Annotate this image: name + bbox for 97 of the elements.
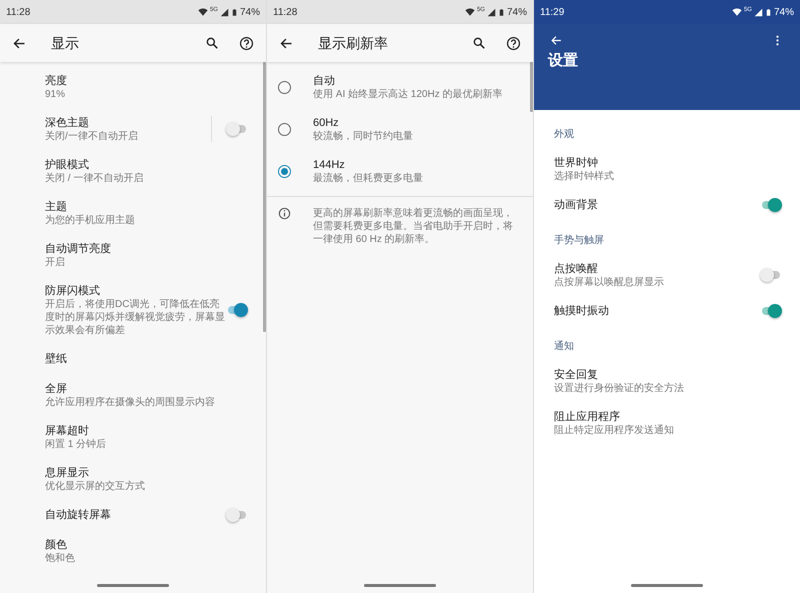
item-subtitle: 选择时钟样式 (554, 170, 615, 182)
settings-item[interactable]: 自动调节亮度 开启 (0, 234, 266, 276)
radio-button[interactable] (278, 122, 291, 136)
item-subtitle: 为您的手机应用主题 (45, 214, 136, 226)
settings-item[interactable]: 全屏 允许应用程序在摄像头的周围显示内容 (0, 374, 266, 416)
option-item[interactable]: 60Hz 较流畅，同时节约电量 (267, 108, 533, 150)
item-title: 阻止应用程序 (554, 410, 621, 424)
battery-icon (498, 6, 505, 18)
item-subtitle: 较流畅，同时节约电量 (313, 130, 414, 142)
item-title: 自动旋转屏幕 (45, 508, 112, 522)
help-icon (239, 36, 254, 50)
item-subtitle: 关闭 / 一律不自动开启 (45, 172, 144, 184)
signal-icon (220, 8, 229, 16)
item-title: 自动调节亮度 (45, 242, 112, 256)
settings-item[interactable]: 防屏闪模式 开启后，将使用DC调光，可降低在低亮度时的屏幕闪烁并缓解视觉疲劳，屏幕显示效果会有所偏差 (0, 276, 266, 344)
section-header: 外观 (554, 129, 574, 140)
item-title: 世界时钟 (554, 156, 599, 170)
item-subtitle: 饱和色 (45, 552, 76, 564)
settings-item[interactable]: 深色主题 关闭/一律不自动开启 (0, 108, 266, 150)
item-title: 主题 (45, 200, 68, 214)
settings-item[interactable]: 触摸时振动 (534, 296, 800, 326)
item-title: 护眼模式 (45, 158, 90, 172)
signal-icon (486, 8, 496, 16)
search-icon (472, 36, 486, 50)
settings-item[interactable]: 息屏显示 优化显示屏的交互方式 (0, 458, 266, 500)
item-title: 防屏闪模式 (45, 284, 101, 298)
toggle-switch[interactable] (760, 304, 782, 318)
help-icon (506, 36, 521, 50)
settings-item[interactable]: 亮度 91% (0, 66, 266, 108)
battery-level: 74% (774, 6, 794, 20)
radio-button[interactable] (278, 80, 291, 94)
back-icon (550, 34, 563, 47)
item-title: 安全回复 (554, 368, 599, 382)
wifi-icon (464, 7, 475, 17)
item-subtitle: 关闭/一律不自动开启 (45, 130, 139, 142)
settings-item[interactable]: 主题 为您的手机应用主题 (0, 192, 266, 234)
toggle-switch[interactable] (226, 122, 248, 136)
settings-item[interactable]: 点按唤醒 点按屏幕以唤醒息屏显示 (534, 254, 800, 296)
toggle-switch[interactable] (226, 508, 248, 522)
toggle-switch[interactable] (760, 268, 782, 282)
item-subtitle: 开启 (45, 256, 66, 268)
item-subtitle: 开启后，将使用DC调光，可降低在低亮度时的屏幕闪烁并缓解视觉疲劳，屏幕显示效果会有所偏差 (45, 298, 226, 336)
item-subtitle: 闲置 1 分钟后 (45, 438, 108, 450)
battery-level: 74% (240, 6, 260, 20)
item-subtitle: 使用 AI 始终显示高达 120Hz 的最优刷新率 (313, 88, 504, 100)
settings-item[interactable]: 屏幕超时 闲置 1 分钟后 (0, 416, 266, 458)
item-subtitle: 最流畅，但耗费更多电量 (313, 172, 424, 184)
item-subtitle: 设置进行身份验证的安全方法 (554, 382, 685, 394)
settings-item[interactable]: 颜色 饱和色 (0, 530, 266, 572)
item-subtitle: 点按屏幕以唤醒息屏显示 (554, 276, 665, 288)
toggle-switch[interactable] (226, 303, 248, 317)
settings-item[interactable]: 阻止应用程序 阻止特定应用程序发送通知 (534, 402, 800, 444)
item-title: 深色主题 (45, 116, 90, 130)
item-subtitle: 91% (45, 88, 66, 100)
item-title: 颜色 (45, 538, 68, 552)
radio-button[interactable] (278, 164, 291, 178)
item-title: 自动 (313, 74, 336, 88)
status-time: 11:28 (6, 6, 32, 20)
info-text: 更高的屏幕刷新率意味着更流畅的画面呈现，但需要耗费更多电量。当省电助手开启时，将一律使用 60 Hz 的刷新率。 (313, 207, 514, 246)
item-subtitle: 优化显示屏的交互方式 (45, 480, 146, 492)
settings-item[interactable]: 动画背景 (534, 190, 800, 220)
item-title: 触摸时振动 (554, 304, 610, 318)
item-title: 全屏 (45, 382, 68, 396)
item-title: 动画背景 (554, 198, 599, 212)
screen-title: 显示刷新率 (318, 34, 389, 52)
item-title: 点按唤醒 (554, 262, 599, 276)
wifi-icon (198, 7, 208, 17)
info-icon (278, 207, 291, 220)
status-time: 11:28 (273, 6, 298, 20)
status-time: 11:29 (540, 6, 566, 20)
item-title: 屏幕超时 (45, 424, 90, 438)
item-title: 144Hz (313, 158, 346, 172)
section-header: 通知 (554, 341, 574, 352)
scroll-bar (530, 62, 533, 112)
search-icon (205, 36, 219, 50)
item-title: 息屏显示 (45, 466, 90, 480)
item-title: 壁纸 (45, 352, 68, 366)
battery-icon (764, 6, 772, 18)
wifi-icon (732, 7, 742, 17)
signal-icon (754, 8, 763, 16)
option-item[interactable]: 144Hz 最流畅，但耗费更多电量 (267, 150, 533, 192)
settings-item[interactable]: 护眼模式 关闭 / 一律不自动开启 (0, 150, 266, 192)
battery-icon (230, 6, 238, 18)
screen-title: 显示 (51, 34, 80, 52)
settings-item[interactable]: 自动旋转屏幕 (0, 500, 266, 530)
settings-item[interactable]: 世界时钟 选择时钟样式 (534, 148, 800, 190)
item-title: 亮度 (45, 74, 68, 88)
item-subtitle: 允许应用程序在摄像头的周围显示内容 (45, 396, 216, 408)
screen-title: 设置 (548, 52, 578, 69)
section-header: 手势与触屏 (554, 235, 604, 246)
battery-level: 74% (506, 6, 527, 20)
toggle-switch[interactable] (760, 198, 782, 212)
settings-item[interactable]: 壁纸 (0, 344, 266, 374)
item-subtitle: 阻止特定应用程序发送通知 (554, 424, 675, 436)
settings-item[interactable]: 安全回复 设置进行身份验证的安全方法 (534, 360, 800, 402)
option-item[interactable]: 自动 使用 AI 始终显示高达 120Hz 的最优刷新率 (267, 66, 533, 108)
item-title: 60Hz (313, 116, 340, 130)
